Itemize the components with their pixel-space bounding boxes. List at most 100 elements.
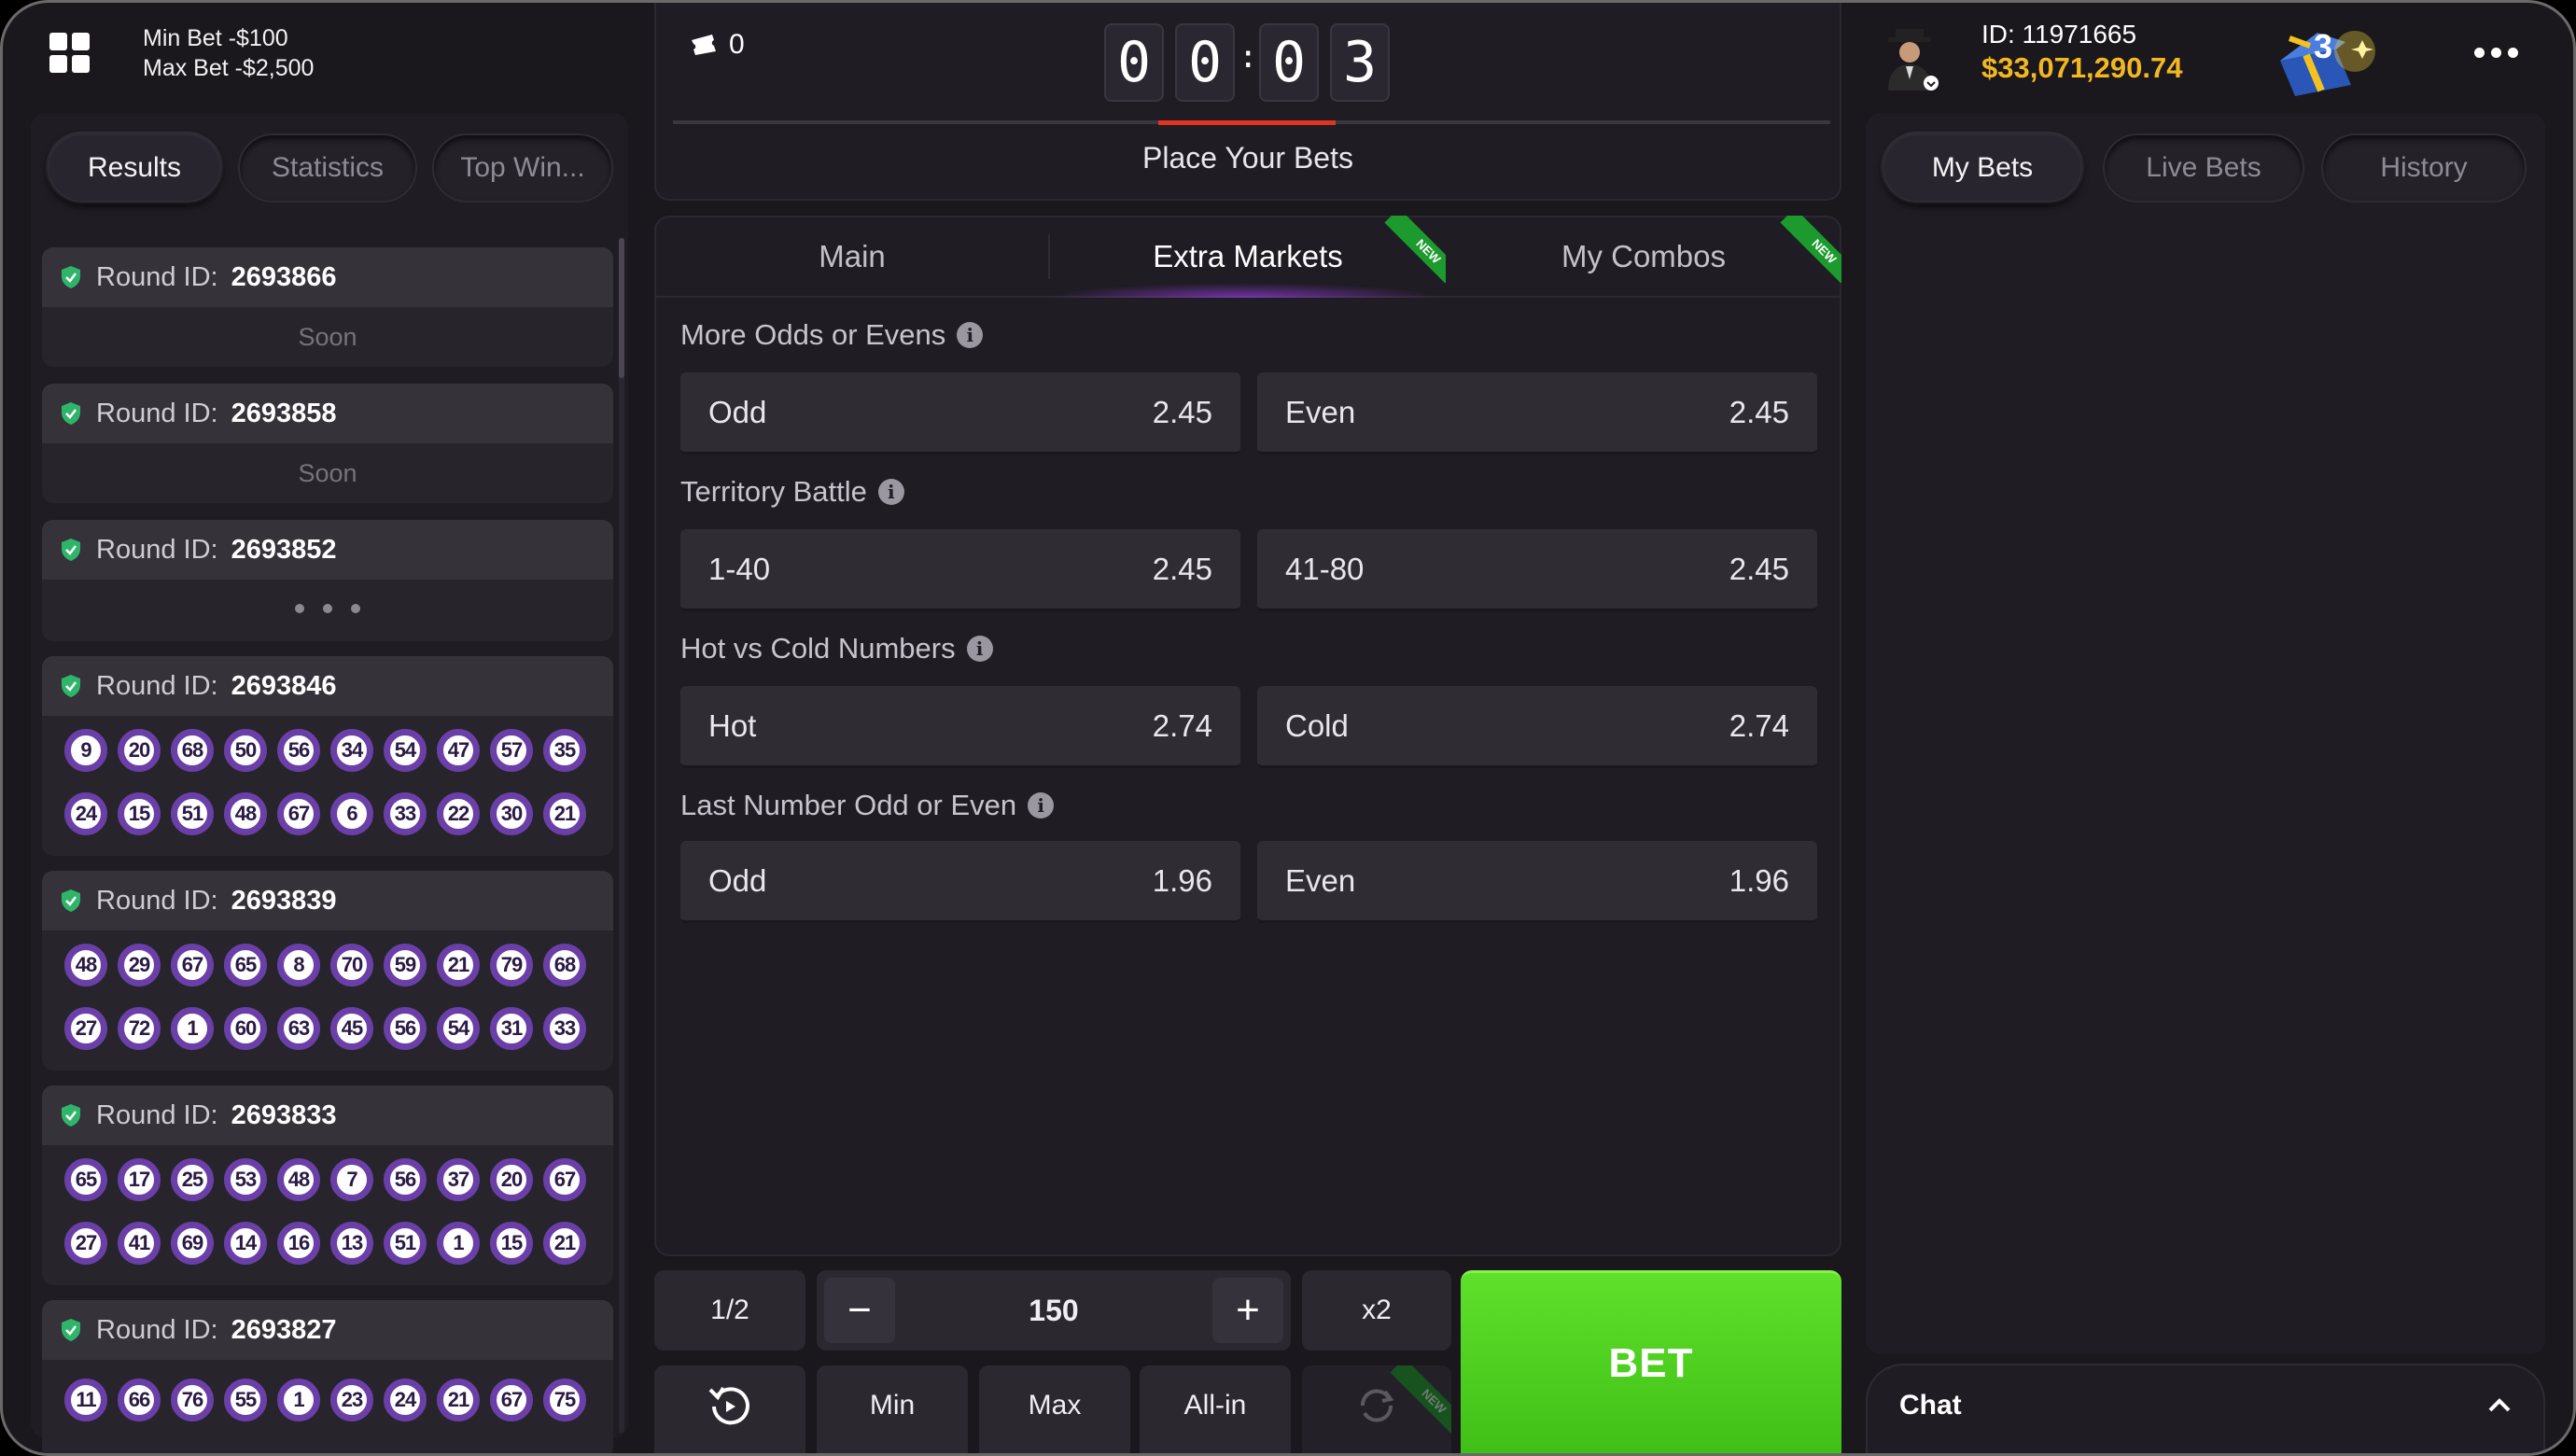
chat-bar[interactable]: Chat bbox=[1866, 1364, 2545, 1453]
ball: 27 bbox=[64, 1222, 107, 1265]
round-card: Round ID: 2693827 11 66 76 55 1 23 24 21 67 75 bbox=[42, 1300, 613, 1453]
round-card: Round ID: 2693846 9 20 68 50 56 34 54 47 57 35 24 1… bbox=[42, 656, 613, 856]
balls-row: 27 41 69 14 16 13 51 1 15 21 bbox=[42, 1222, 613, 1265]
all-in-button[interactable]: All-in bbox=[1140, 1365, 1291, 1453]
grid-menu-icon[interactable] bbox=[49, 33, 91, 74]
round-label: Round ID: bbox=[96, 670, 218, 701]
ball: 34 bbox=[330, 729, 373, 772]
balls-row: 65 17 25 53 48 7 56 37 20 67 bbox=[42, 1158, 613, 1201]
shield-check-icon bbox=[62, 1104, 80, 1127]
ball: 50 bbox=[224, 729, 267, 772]
ball: 15 bbox=[490, 1222, 533, 1265]
option-label: Cold bbox=[1285, 707, 1349, 743]
timer-digit: 0 bbox=[1104, 23, 1164, 102]
ball: 1 bbox=[171, 1007, 214, 1050]
ball: 35 bbox=[543, 729, 586, 772]
results-scrollbar-thumb[interactable] bbox=[619, 238, 624, 378]
info-icon[interactable]: i bbox=[1028, 792, 1055, 819]
ball: 48 bbox=[64, 944, 107, 987]
round-label: Round ID: bbox=[96, 1314, 218, 1345]
info-icon[interactable]: i bbox=[966, 636, 993, 662]
round-label: Round ID: bbox=[96, 1099, 218, 1130]
info-icon[interactable]: i bbox=[957, 322, 984, 348]
shield-check-icon bbox=[62, 675, 80, 697]
timer-digit: 3 bbox=[1330, 23, 1390, 102]
tickets-counter: 0 bbox=[690, 29, 745, 61]
round-header: Round ID: 2693846 bbox=[42, 656, 613, 716]
round-status: Soon bbox=[298, 323, 357, 351]
ball: 75 bbox=[543, 1379, 586, 1421]
odds-button-last-odd[interactable]: Odd 1.96 bbox=[680, 841, 1240, 923]
ball: 48 bbox=[224, 792, 267, 835]
place-bets-text: Place Your Bets bbox=[1142, 141, 1353, 175]
min-bet-button[interactable]: Min bbox=[817, 1365, 968, 1453]
tab-main[interactable]: Main bbox=[654, 216, 1050, 298]
odds-button-cold[interactable]: Cold 2.74 bbox=[1257, 686, 1817, 768]
chevron-up-icon[interactable] bbox=[2485, 1392, 2513, 1420]
odds-button-even[interactable]: Even 2.45 bbox=[1257, 372, 1817, 455]
odds-button-odd[interactable]: Odd 2.45 bbox=[680, 372, 1240, 455]
odds-button-hot[interactable]: Hot 2.74 bbox=[680, 686, 1240, 768]
ball: 23 bbox=[330, 1379, 373, 1421]
tab-history[interactable]: History bbox=[2321, 133, 2527, 203]
round-card: Round ID: 2693852 bbox=[42, 520, 613, 641]
ball: 60 bbox=[224, 1007, 267, 1050]
tab-my-bets[interactable]: My Bets bbox=[1883, 133, 2082, 203]
double-bet-button[interactable]: x2 bbox=[1302, 1270, 1451, 1351]
balls-row: 24 15 51 48 67 6 33 22 30 21 bbox=[42, 792, 613, 835]
ball: 37 bbox=[437, 1158, 480, 1201]
half-bet-button[interactable]: 1/2 bbox=[654, 1270, 805, 1351]
option-label: Even bbox=[1285, 394, 1356, 429]
ball: 9 bbox=[64, 729, 107, 772]
tab-top-winners[interactable]: Top Win... bbox=[432, 133, 613, 203]
gift-box-icon[interactable]: 3 bbox=[2261, 23, 2392, 98]
increase-button[interactable]: + bbox=[1211, 1278, 1283, 1343]
max-bet-button[interactable]: Max bbox=[979, 1365, 1130, 1453]
tab-statistics[interactable]: Statistics bbox=[238, 133, 417, 203]
option-odds: 1.96 bbox=[1729, 862, 1789, 898]
ball: 56 bbox=[384, 1007, 427, 1050]
shield-check-icon bbox=[62, 266, 80, 288]
app-window: Min Bet -$100 Max Bet -$2,500 Results St… bbox=[0, 0, 2576, 1456]
ball: 22 bbox=[437, 792, 480, 835]
round-card: Round ID: 2693866 Soon bbox=[42, 247, 613, 367]
market-title: Last Number Odd or Even i bbox=[680, 789, 1055, 822]
avatar[interactable] bbox=[1881, 25, 1939, 91]
bet-amount-value[interactable]: 150 bbox=[1029, 1294, 1078, 1328]
ball: 31 bbox=[490, 1007, 533, 1050]
round-id: 2693858 bbox=[231, 398, 337, 428]
odds-button-1-40[interactable]: 1-40 2.45 bbox=[680, 529, 1240, 611]
decrease-button[interactable]: − bbox=[824, 1278, 895, 1343]
ball: 41 bbox=[118, 1222, 161, 1265]
option-label: Even bbox=[1285, 862, 1356, 898]
round-label: Round ID: bbox=[96, 261, 218, 292]
market-title-text: Territory Battle bbox=[680, 475, 867, 508]
ball: 57 bbox=[490, 729, 533, 772]
shield-check-icon bbox=[62, 1319, 80, 1341]
results-scrollbar[interactable] bbox=[619, 238, 624, 1433]
ball: 33 bbox=[384, 792, 427, 835]
market-title-text: Hot vs Cold Numbers bbox=[680, 632, 956, 665]
odds-button-last-even[interactable]: Even 1.96 bbox=[1257, 841, 1817, 923]
round-header: Round ID: 2693833 bbox=[42, 1085, 613, 1145]
ball: 47 bbox=[437, 729, 480, 772]
tab-live-bets[interactable]: Live Bets bbox=[2103, 133, 2304, 203]
ball: 21 bbox=[437, 1379, 480, 1421]
round-header: Round ID: 2693852 bbox=[42, 520, 613, 580]
balance-amount: $33,071,290.74 bbox=[1981, 51, 2183, 84]
option-odds: 1.96 bbox=[1152, 862, 1212, 898]
info-icon[interactable]: i bbox=[877, 479, 904, 505]
more-options-icon[interactable] bbox=[2474, 48, 2518, 58]
ball: 29 bbox=[118, 944, 161, 987]
bet-limits: Min Bet -$100 Max Bet -$2,500 bbox=[143, 23, 314, 83]
bet-button[interactable]: BET bbox=[1461, 1270, 1841, 1453]
replay-bet-button[interactable] bbox=[654, 1365, 805, 1453]
tab-results[interactable]: Results bbox=[48, 133, 221, 203]
new-badge: NEW bbox=[1384, 1365, 1451, 1433]
odds-button-41-80[interactable]: 41-80 2.45 bbox=[1257, 529, 1817, 611]
round-id: 2693852 bbox=[231, 534, 337, 565]
round-header: Round ID: 2693839 bbox=[42, 871, 613, 931]
ball: 30 bbox=[490, 792, 533, 835]
round-header: Round ID: 2693858 bbox=[42, 384, 613, 443]
shield-check-icon bbox=[62, 539, 80, 561]
